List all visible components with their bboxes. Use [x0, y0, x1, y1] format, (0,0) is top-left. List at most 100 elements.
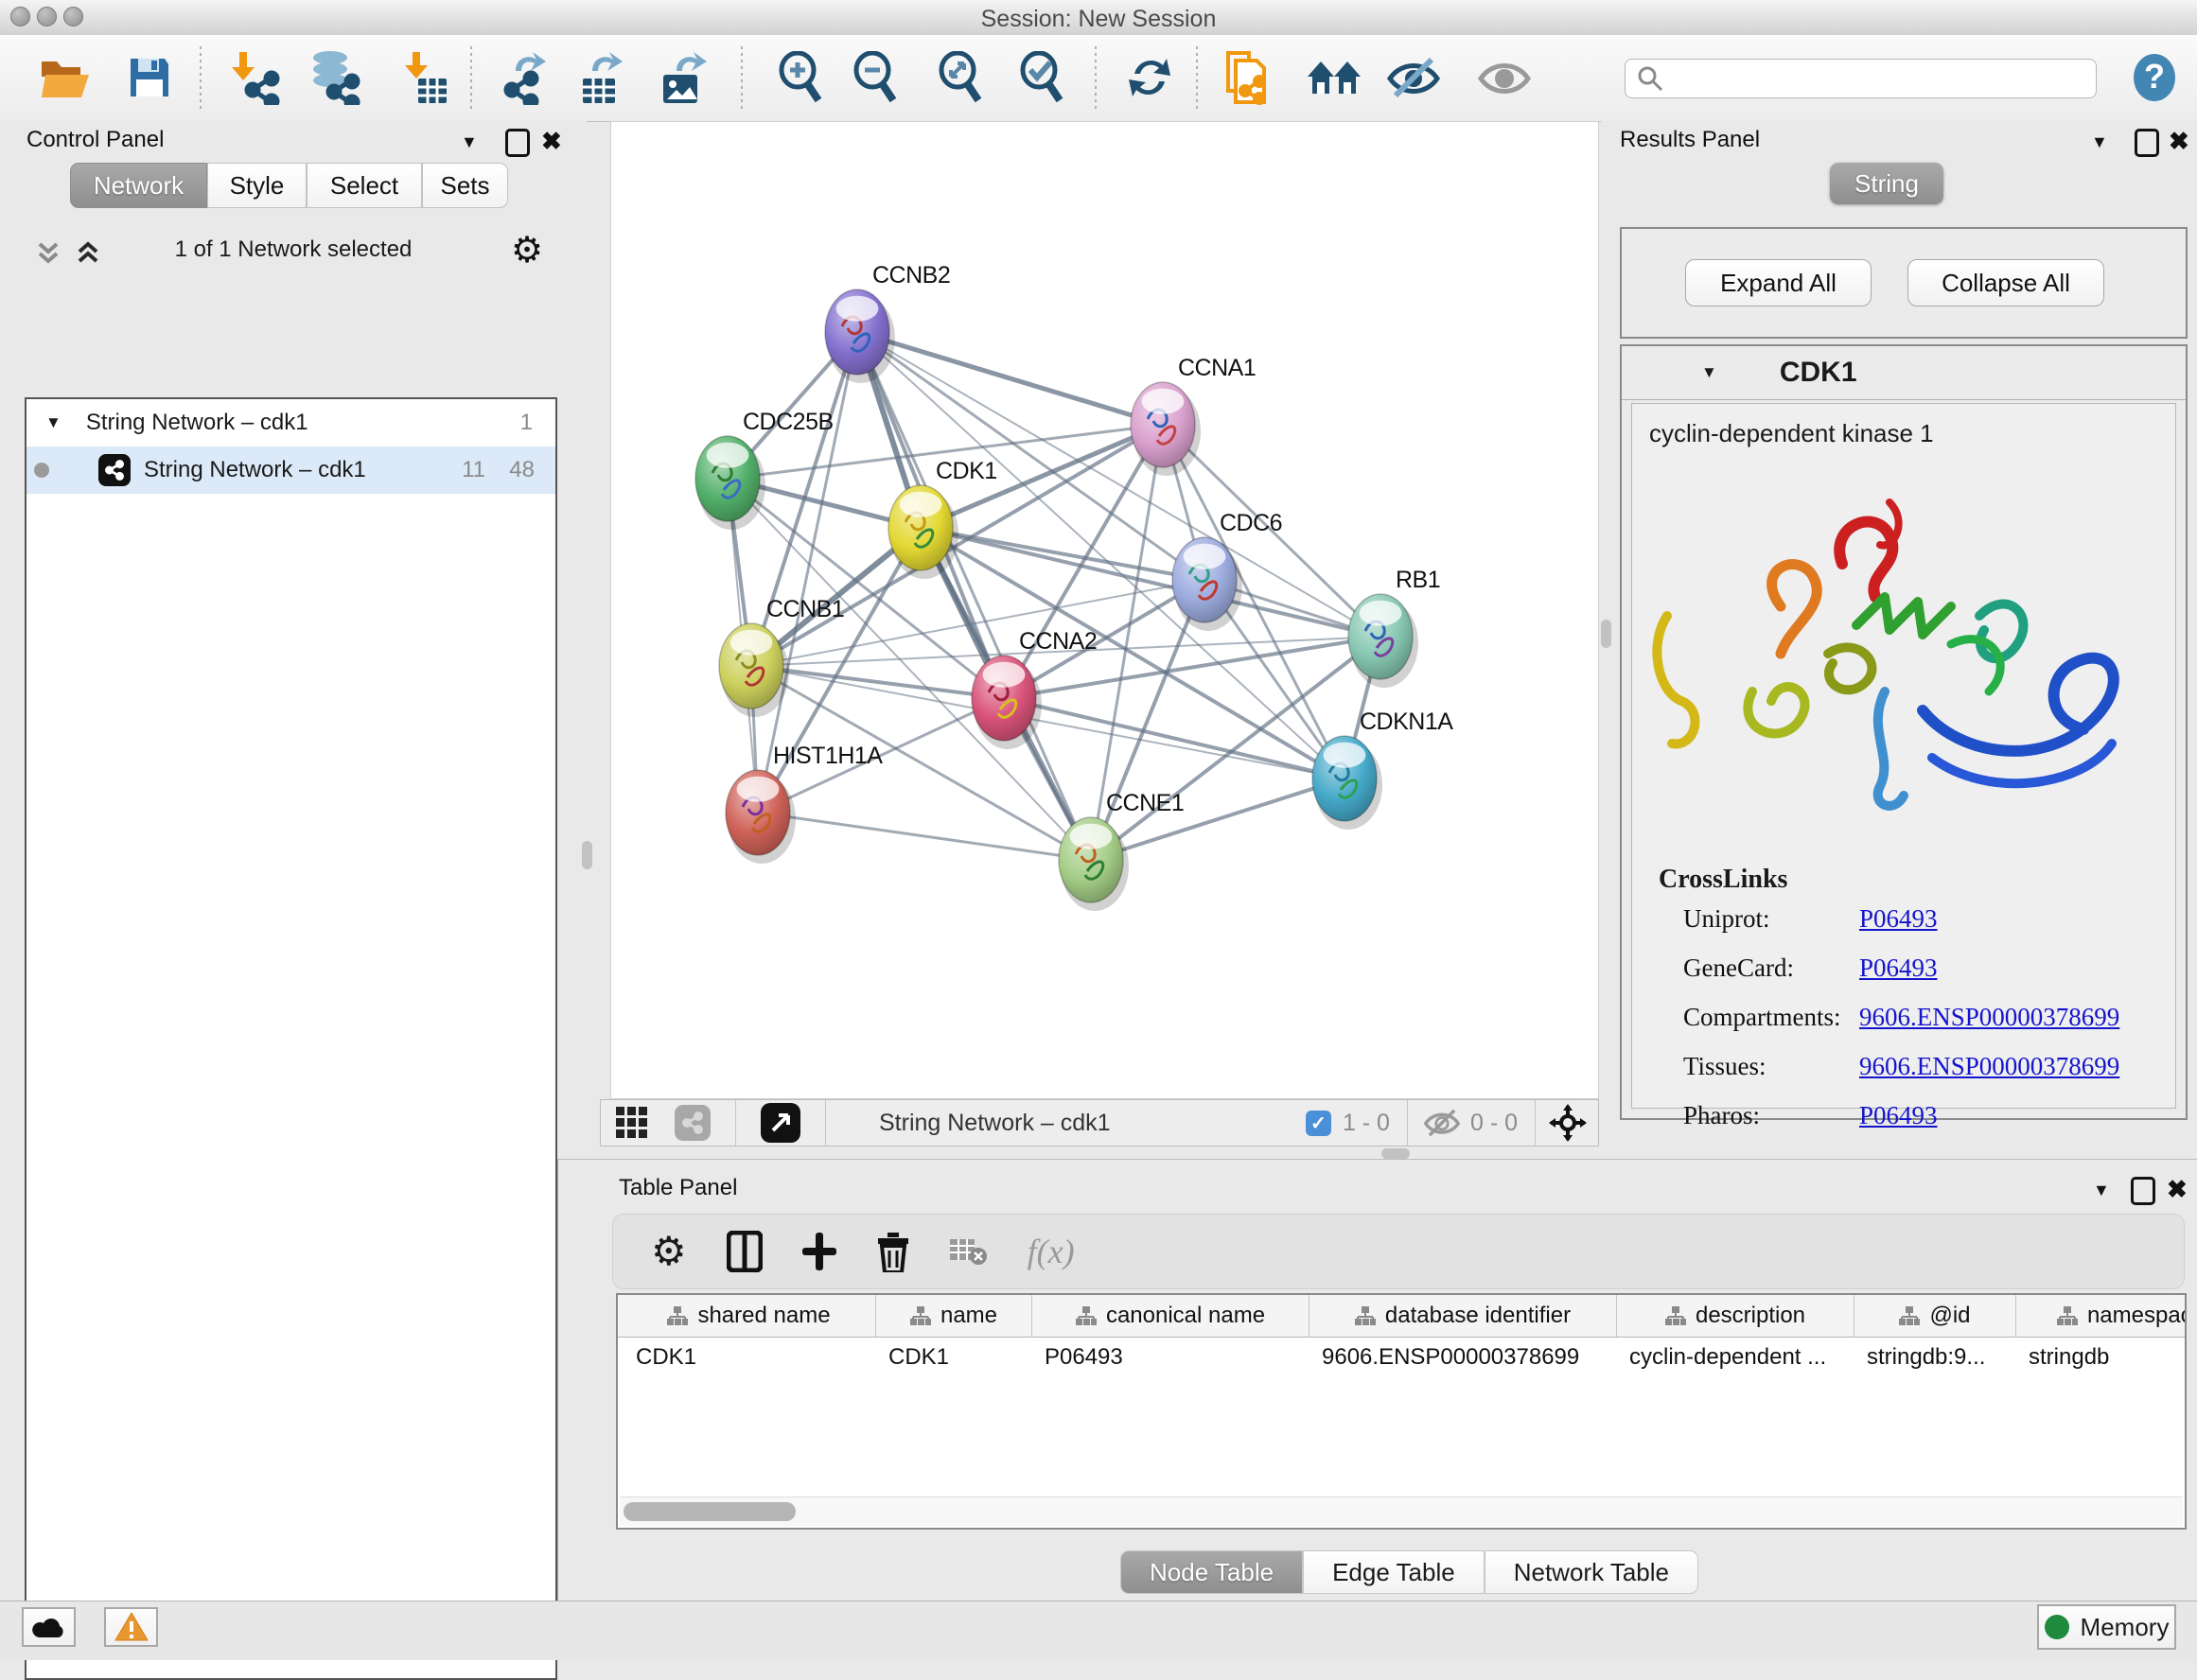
network-node-CDC6[interactable] — [1172, 537, 1242, 631]
export-image-icon[interactable] — [656, 48, 712, 107]
network-edge[interactable] — [758, 813, 1091, 860]
results-panel-float-icon[interactable] — [2135, 129, 2159, 157]
table-cell[interactable]: CDK1 — [623, 1337, 875, 1378]
refresh-icon[interactable] — [1121, 48, 1178, 107]
control-panel-close-icon[interactable]: ✖ — [541, 129, 562, 153]
network-edge[interactable] — [857, 332, 1163, 425]
bottom-splitter-handle[interactable] — [1381, 1148, 1410, 1159]
left-splitter-handle[interactable] — [582, 841, 592, 869]
hidden-eye-icon[interactable] — [1423, 1108, 1461, 1138]
network-edge[interactable] — [751, 666, 1004, 698]
warning-button[interactable] — [104, 1607, 158, 1647]
results-panel-menu-caret-icon[interactable]: ▼ — [2091, 132, 2108, 152]
column-header-canonical-name[interactable]: canonical name — [1031, 1295, 1309, 1337]
expand-all-chevron-icon[interactable] — [74, 238, 102, 267]
network-canvas[interactable]: CCNB2CCNA1CDC25BCDK1CDC6RB1CCNB1CCNA2CDK… — [610, 121, 1599, 1099]
delete-table-icon[interactable] — [950, 1235, 988, 1268]
column-header-shared-name[interactable]: shared name — [623, 1295, 875, 1337]
add-column-icon[interactable] — [802, 1233, 836, 1270]
network-node-RB1[interactable] — [1348, 594, 1418, 688]
network-node-CCNE1[interactable] — [1059, 817, 1129, 911]
network-node-CCNB2[interactable] — [825, 289, 895, 383]
control-panel-float-icon[interactable] — [505, 129, 530, 157]
save-session-icon[interactable] — [121, 48, 178, 107]
import-table-icon[interactable] — [395, 48, 452, 107]
table-gear-icon[interactable]: ⚙ — [651, 1232, 687, 1271]
crosslink-value-link[interactable]: 9606.ENSP00000378699 — [1859, 1052, 2119, 1081]
collapse-all-chevron-icon[interactable] — [34, 238, 62, 267]
tab-string[interactable]: String — [1830, 163, 1943, 204]
selected-checkbox-icon[interactable]: ✓ — [1306, 1111, 1331, 1136]
crosslink-value-link[interactable]: 9606.ENSP00000378699 — [1859, 1003, 2119, 1032]
table-cell[interactable]: stringdb:9... — [1854, 1337, 2015, 1378]
crosslink-value-link[interactable]: P06493 — [1859, 904, 1938, 934]
open-session-icon[interactable] — [37, 48, 94, 107]
tree-expand-caret-icon[interactable]: ▼ — [45, 413, 62, 432]
table-cell[interactable]: cyclin-dependent ... — [1616, 1337, 1854, 1378]
import-network-from-database-icon[interactable] — [306, 48, 362, 107]
table-panel-float-icon[interactable] — [2131, 1177, 2155, 1205]
tab-edge-table[interactable]: Edge Table — [1303, 1550, 1485, 1594]
help-icon[interactable]: ? — [2126, 48, 2183, 107]
home-networks-icon[interactable] — [1306, 48, 1362, 107]
tab-select[interactable]: Select — [307, 163, 422, 208]
collapse-all-button[interactable]: Collapse All — [1907, 259, 2104, 306]
function-builder-icon[interactable]: f(x) — [1028, 1232, 1075, 1271]
table-cell[interactable]: CDK1 — [875, 1337, 1031, 1378]
expand-all-button[interactable]: Expand All — [1685, 259, 1872, 306]
hide-unhide-icon[interactable] — [1385, 48, 1442, 107]
zoom-out-icon[interactable] — [846, 48, 903, 107]
tab-style[interactable]: Style — [207, 163, 307, 208]
network-edge[interactable] — [1004, 698, 1345, 779]
grid-view-icon[interactable] — [616, 1107, 648, 1139]
select-columns-icon[interactable] — [727, 1231, 763, 1272]
delete-column-icon[interactable] — [876, 1231, 910, 1272]
network-edge[interactable] — [758, 332, 857, 813]
protein-header-row[interactable]: ▼ CDK1 — [1622, 346, 2186, 400]
zoom-in-icon[interactable] — [771, 48, 828, 107]
search-input[interactable] — [1663, 64, 2074, 93]
table-panel-close-icon[interactable]: ✖ — [2167, 1177, 2188, 1201]
column-header-@id[interactable]: @id — [1854, 1295, 2015, 1337]
share-view-icon[interactable] — [675, 1105, 711, 1141]
export-network-icon[interactable] — [497, 48, 554, 107]
scrollbar-thumb[interactable] — [624, 1502, 796, 1521]
crosslink-value-link[interactable]: P06493 — [1859, 954, 1938, 983]
network-tree-child-row[interactable]: String Network – cdk1 11 48 — [26, 446, 555, 494]
network-options-gear-icon[interactable]: ⚙ — [511, 229, 543, 271]
network-node-HIST1H1A[interactable] — [726, 770, 796, 864]
zoom-fit-icon[interactable] — [931, 48, 988, 107]
table-cell[interactable]: stringdb — [2015, 1337, 2187, 1378]
column-header-namespace[interactable]: namespace — [2015, 1295, 2187, 1337]
network-node-CDKN1A[interactable] — [1312, 736, 1382, 830]
birdseye-crosshair-icon[interactable] — [1549, 1104, 1587, 1142]
show-eye-icon[interactable] — [1476, 48, 1533, 107]
results-panel-close-icon[interactable]: ✖ — [2169, 129, 2189, 153]
network-edge[interactable] — [857, 332, 1091, 860]
import-network-icon[interactable] — [226, 48, 283, 107]
network-node-CCNA2[interactable] — [972, 656, 1042, 749]
detach-view-icon[interactable] — [761, 1103, 800, 1143]
memory-button[interactable]: Memory — [2037, 1604, 2176, 1650]
network-tree-root-row[interactable]: ▼ String Network – cdk1 1 — [26, 399, 555, 446]
right-splitter-handle[interactable] — [1601, 620, 1611, 648]
tab-network[interactable]: Network — [70, 163, 207, 208]
column-header-description[interactable]: description — [1616, 1295, 1854, 1337]
tab-node-table[interactable]: Node Table — [1120, 1550, 1303, 1594]
table-cell[interactable]: 9606.ENSP00000378699 — [1309, 1337, 1616, 1378]
table-cell[interactable]: P06493 — [1031, 1337, 1309, 1378]
network-edge[interactable] — [751, 580, 1204, 666]
protein-collapse-caret-icon[interactable]: ▼ — [1701, 363, 1717, 382]
crosslink-value-link[interactable]: P06493 — [1859, 1101, 1938, 1130]
column-header-name[interactable]: name — [875, 1295, 1031, 1337]
table-panel-menu-caret-icon[interactable]: ▼ — [2093, 1181, 2110, 1200]
clone-network-icon[interactable] — [1219, 48, 1275, 107]
tab-sets[interactable]: Sets — [422, 163, 508, 208]
cloud-button[interactable] — [22, 1607, 76, 1647]
network-edge[interactable] — [857, 332, 1380, 637]
export-table-icon[interactable] — [573, 48, 630, 107]
control-panel-menu-caret-icon[interactable]: ▼ — [461, 132, 478, 152]
column-header-database-identifier[interactable]: database identifier — [1309, 1295, 1616, 1337]
network-node-CCNB1[interactable] — [719, 623, 789, 717]
zoom-selected-icon[interactable] — [1012, 48, 1069, 107]
